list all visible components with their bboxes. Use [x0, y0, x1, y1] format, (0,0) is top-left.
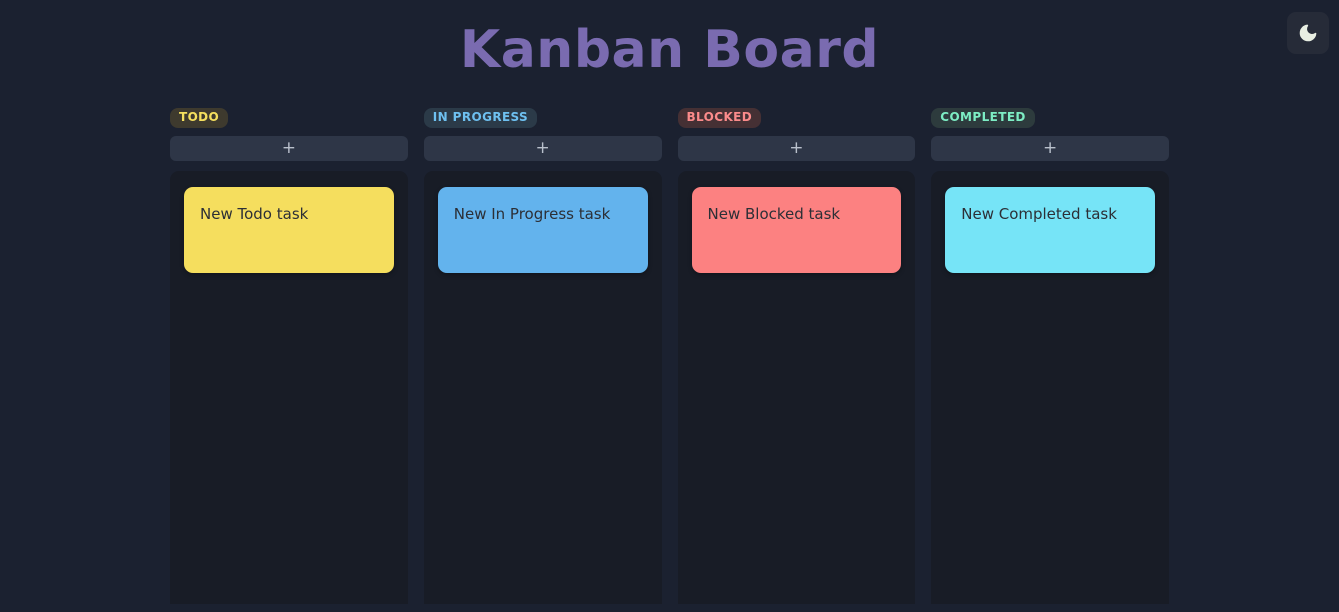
- add-card-button-todo[interactable]: +: [170, 136, 408, 162]
- column-body-todo[interactable]: New Todo task: [170, 171, 408, 605]
- task-card[interactable]: New Completed task: [945, 187, 1155, 274]
- column-header-todo: TODO: [170, 104, 408, 132]
- column-header-blocked: BLOCKED: [677, 104, 916, 132]
- task-card[interactable]: New Todo task: [184, 187, 394, 274]
- kanban-board: TODO + New Todo task IN PROGRESS + New I…: [0, 104, 1339, 605]
- column-body-completed[interactable]: New Completed task: [931, 171, 1169, 605]
- task-card-title: New Blocked task: [707, 205, 841, 224]
- plus-icon: +: [535, 137, 550, 158]
- page-title: Kanban Board: [459, 20, 880, 80]
- column-body-blocked[interactable]: New Blocked task: [677, 171, 916, 605]
- status-badge-in-progress: IN PROGRESS: [423, 108, 538, 129]
- task-card[interactable]: New Blocked task: [691, 187, 902, 274]
- status-badge-blocked: BLOCKED: [677, 108, 762, 129]
- task-card[interactable]: New In Progress task: [437, 187, 648, 274]
- column-header-in-progress: IN PROGRESS: [423, 104, 662, 132]
- column-completed: COMPLETED + New Completed task: [931, 104, 1169, 605]
- column-todo: TODO + New Todo task: [170, 104, 408, 605]
- column-in-progress: IN PROGRESS + New In Progress task: [423, 104, 662, 605]
- plus-icon: +: [789, 137, 804, 158]
- column-header-completed: COMPLETED: [931, 104, 1169, 132]
- moon-icon: [1298, 23, 1318, 43]
- add-card-button-in-progress[interactable]: +: [423, 136, 662, 162]
- column-blocked: BLOCKED + New Blocked task: [677, 104, 916, 605]
- task-card-title: New Todo task: [200, 205, 309, 224]
- plus-icon: +: [281, 137, 296, 158]
- dark-mode-toggle-button[interactable]: [1287, 12, 1329, 54]
- task-card-title: New In Progress task: [453, 205, 611, 224]
- add-card-button-completed[interactable]: +: [931, 136, 1169, 162]
- status-badge-completed: COMPLETED: [931, 108, 1035, 129]
- add-card-button-blocked[interactable]: +: [677, 136, 916, 162]
- column-body-in-progress[interactable]: New In Progress task: [423, 171, 662, 605]
- plus-icon: +: [1043, 137, 1058, 158]
- status-badge-todo: TODO: [170, 108, 229, 129]
- task-card-title: New Completed task: [961, 205, 1117, 224]
